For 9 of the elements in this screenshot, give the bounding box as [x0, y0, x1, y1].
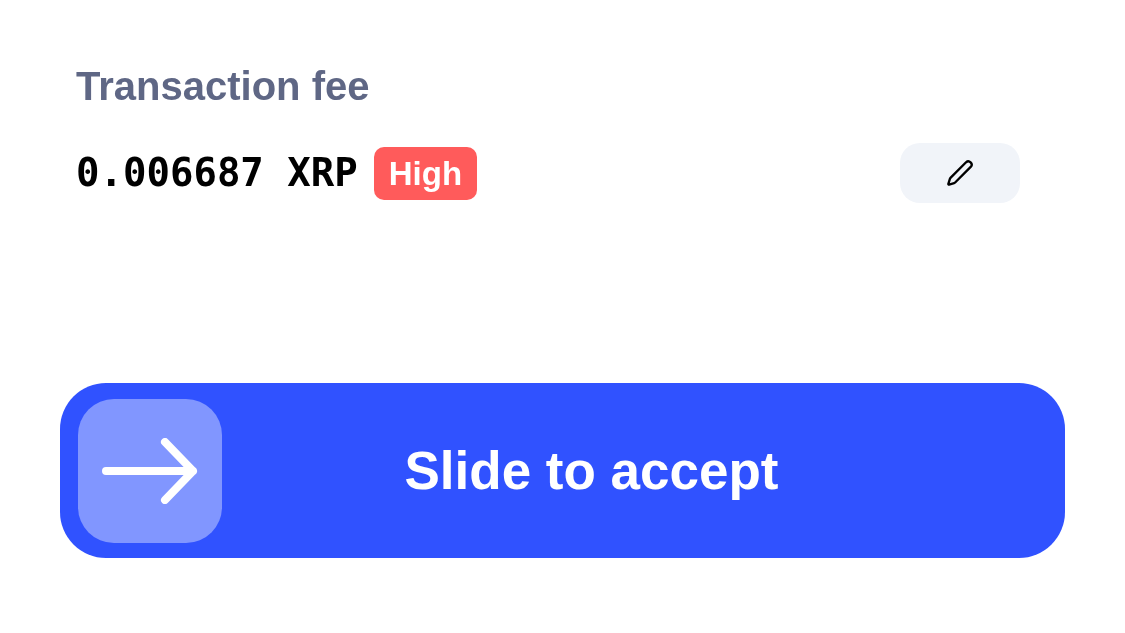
pencil-icon [946, 159, 974, 187]
edit-fee-button[interactable] [900, 143, 1020, 203]
section-label: Transaction fee [76, 64, 370, 108]
fee-amount: 0.006687 XRP [76, 150, 358, 196]
slider-label: Slide to accept [404, 440, 779, 501]
slider-thumb[interactable] [78, 399, 222, 543]
slide-to-accept-track[interactable]: Slide to accept [60, 383, 1065, 558]
arrow-right-icon [102, 438, 198, 504]
fee-level-badge: High [373, 146, 478, 200]
